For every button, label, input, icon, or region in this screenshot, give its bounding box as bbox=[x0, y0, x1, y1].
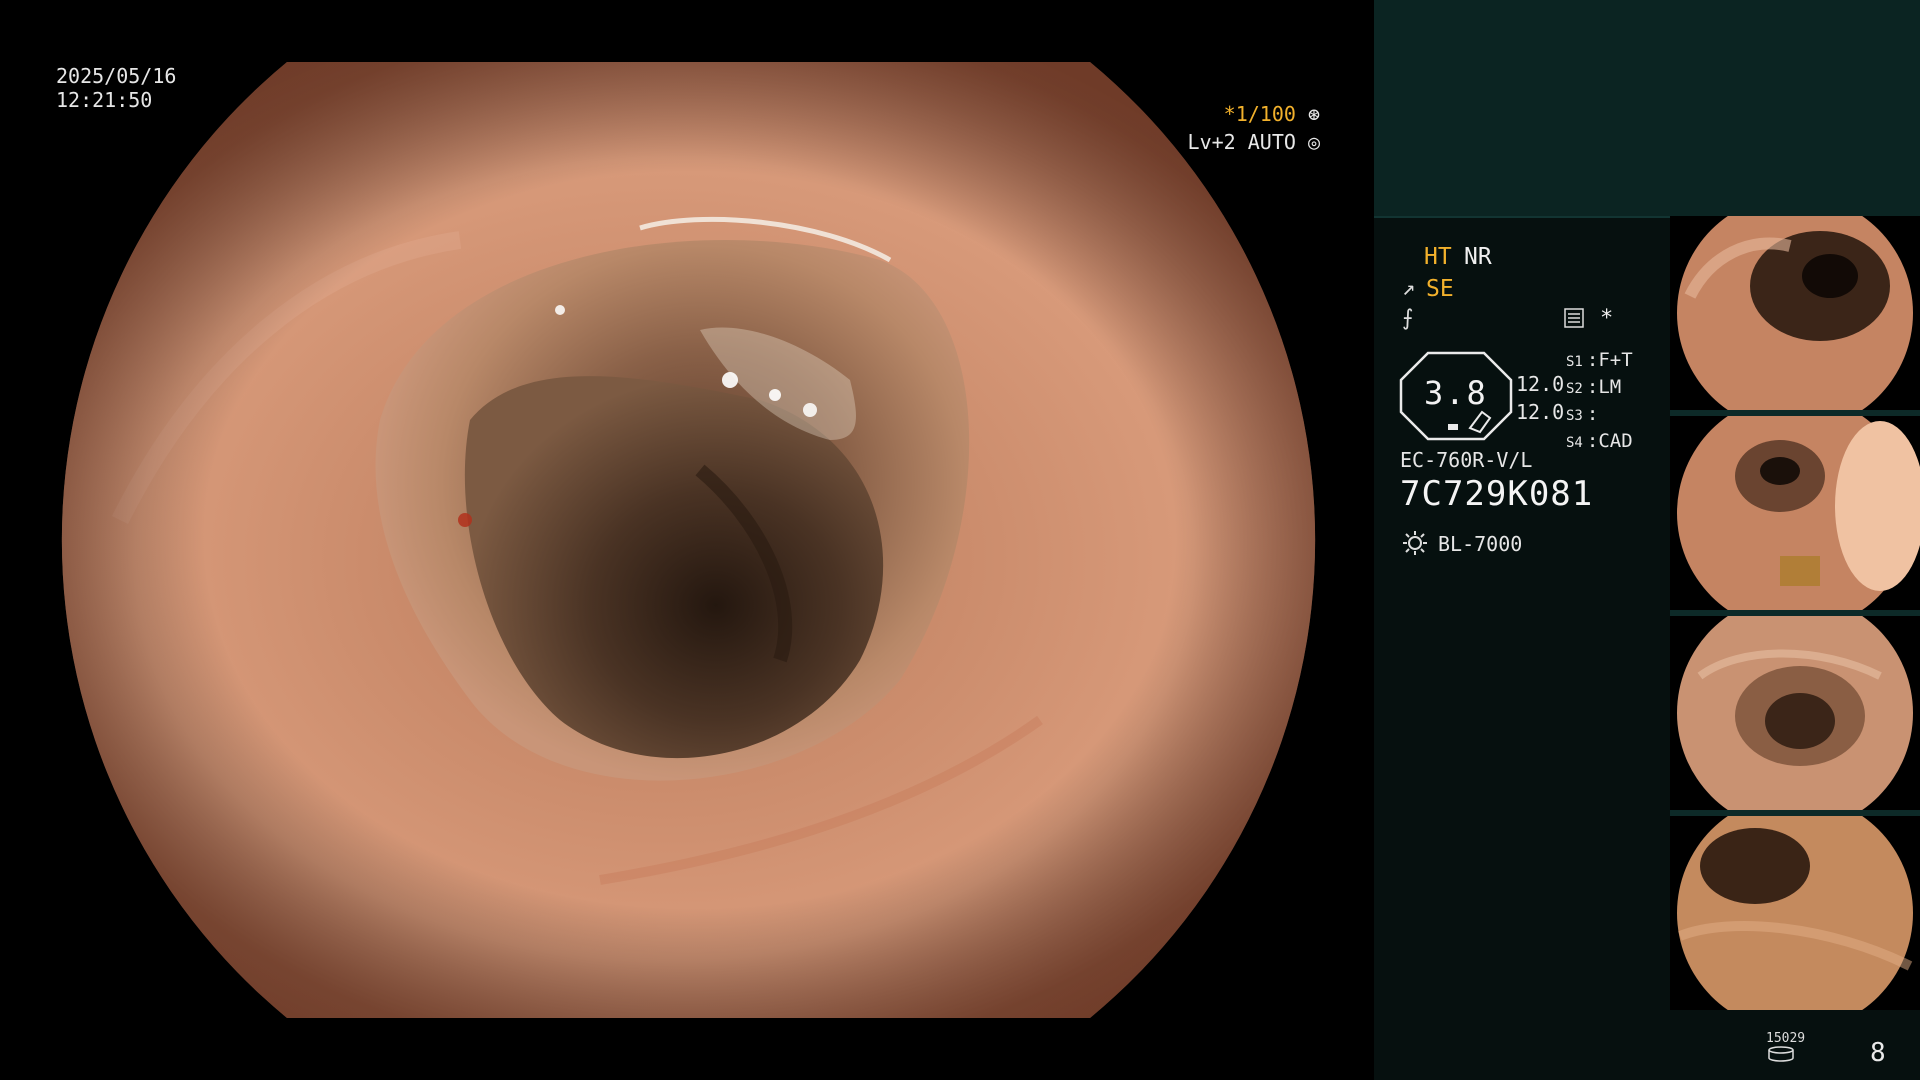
mode-ht: HT bbox=[1424, 244, 1452, 270]
date-text: 2025/05/16 bbox=[56, 64, 177, 88]
storage-icon: 15029 bbox=[1766, 1031, 1806, 1066]
endoscope-image bbox=[61, 62, 1316, 1018]
switch-3: S3: bbox=[1566, 403, 1599, 425]
iris-icon: ◎ bbox=[1307, 130, 1320, 154]
switch-2: S2:LM bbox=[1566, 376, 1622, 398]
edge-enhance-icon: ⨍ bbox=[1402, 306, 1414, 331]
gauge-number-2: 12.0 bbox=[1516, 400, 1565, 424]
thumbnail-4[interactable] bbox=[1670, 816, 1920, 1010]
light-source-model: BL-7000 bbox=[1438, 532, 1523, 556]
mode-nr: NR bbox=[1464, 244, 1492, 270]
panel-header-area bbox=[1374, 0, 1920, 218]
storage-count: 15029 bbox=[1766, 1031, 1806, 1046]
iris-mode: Lv+2 AUTO bbox=[1187, 130, 1296, 154]
gauge-number-1: 12.0 bbox=[1516, 372, 1565, 396]
scope-model: EC-760R-V/L bbox=[1400, 448, 1533, 472]
time-text: 12:21:50 bbox=[56, 88, 153, 112]
printer-status-icon bbox=[1564, 308, 1584, 328]
structure-enhance-icon: ↗ bbox=[1402, 276, 1416, 301]
main-endoscope-view: 2025/05/16 12:21:50 *1/100 ⊛ Lv+2 AUTO ◎ bbox=[0, 0, 1372, 1080]
scope-serial: 7C729K081 bbox=[1400, 474, 1594, 514]
star-marker: * bbox=[1600, 306, 1614, 331]
switch-1: S1:F+T bbox=[1566, 349, 1633, 371]
shutter-icon: ⊛ bbox=[1307, 102, 1320, 126]
thumbnail-3[interactable] bbox=[1670, 616, 1920, 810]
image-count: 8 bbox=[1870, 1038, 1886, 1068]
mode-se: SE bbox=[1426, 276, 1454, 302]
exposure-info: *1/100 ⊛ Lv+2 AUTO ◎ bbox=[1188, 100, 1320, 156]
shutter-speed: *1/100 bbox=[1223, 102, 1296, 126]
switch-4: S4:CAD bbox=[1566, 430, 1633, 452]
gauge-numbers: 12.0 12.0 bbox=[1516, 370, 1564, 426]
light-source-icon bbox=[1403, 531, 1427, 555]
thumbnail-1[interactable] bbox=[1670, 216, 1920, 410]
datetime: 2025/05/16 12:21:50 bbox=[56, 64, 176, 112]
info-panel: HT NR ↗ SE ⨍ * 3.8 12.0 12.0 S1:F+T S2:L… bbox=[1374, 0, 1920, 1080]
gauge-value: 3.8 bbox=[1424, 374, 1488, 412]
thumbnail-2[interactable] bbox=[1670, 416, 1920, 610]
switch-list: S1:F+T S2:LM S3: S4:CAD bbox=[1566, 348, 1633, 456]
